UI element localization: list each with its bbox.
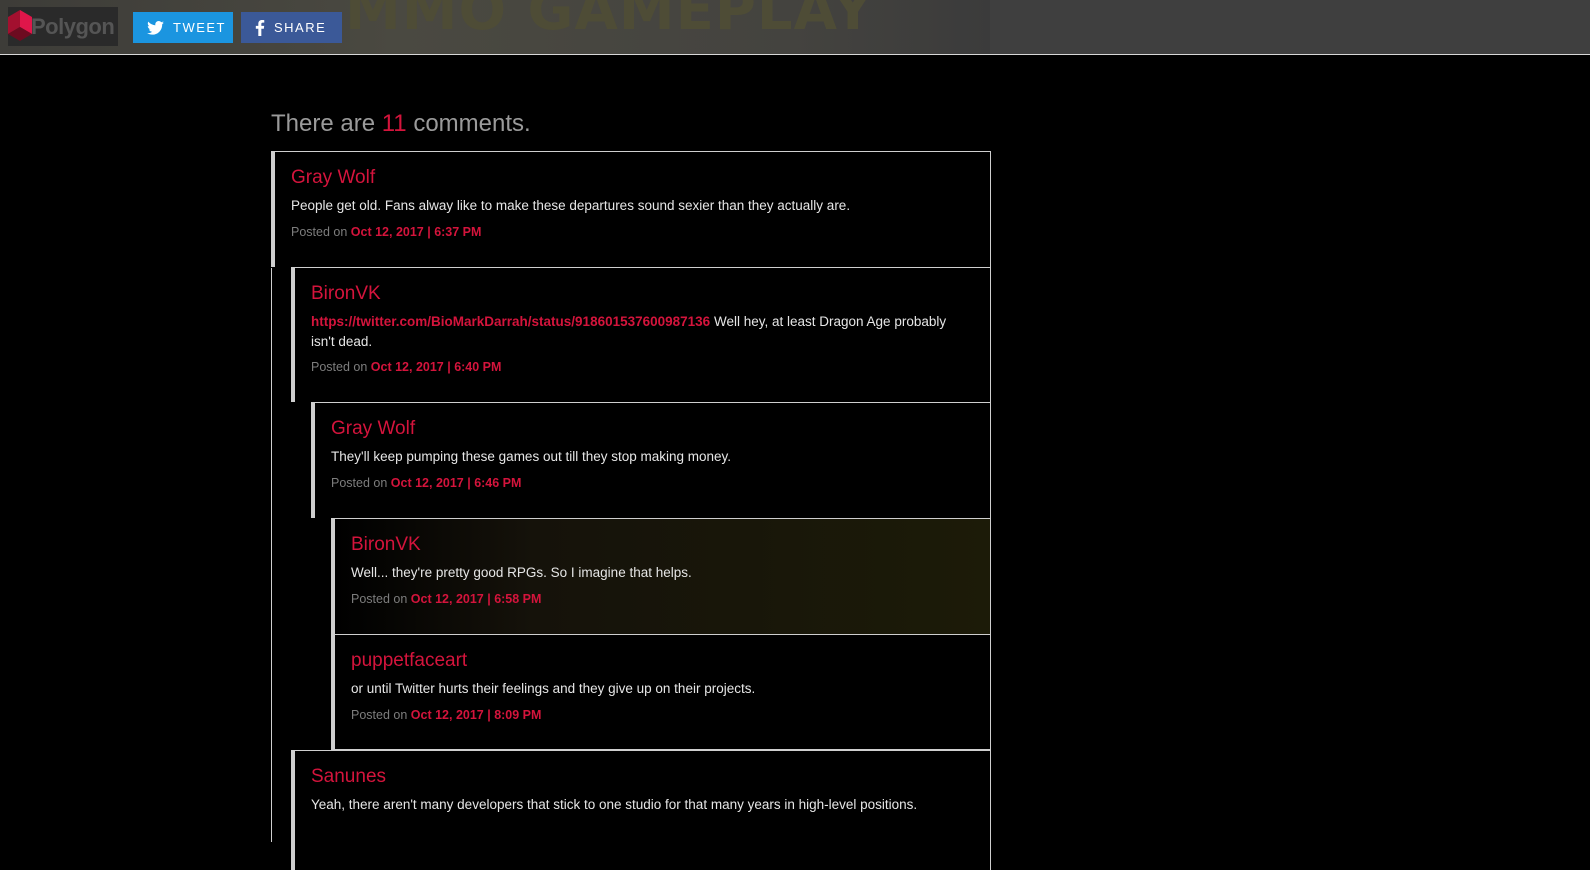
facebook-share-button[interactable]: SHARE (241, 12, 342, 43)
comment: Sanunes Yeah, there aren't many develope… (291, 750, 991, 870)
comment-link[interactable]: https://twitter.com/BioMarkDarrah/status… (311, 314, 710, 329)
tweet-label: TWEET (173, 20, 226, 35)
posted-label: Posted on (351, 707, 408, 722)
comment: BironVK https://twitter.com/BioMarkDarra… (291, 267, 991, 402)
comment-author[interactable]: Gray Wolf (291, 166, 972, 190)
comment-author[interactable]: puppetfaceart (351, 649, 972, 673)
polygon-logo-icon (8, 7, 34, 46)
posted-label: Posted on (351, 591, 408, 606)
comment: puppetfaceart or until Twitter hurts the… (331, 634, 991, 750)
posted-label: Posted on (331, 475, 388, 490)
comment-meta: Posted on Oct 12, 2017 | 6:58 PM (351, 592, 972, 624)
facebook-icon (255, 19, 265, 36)
comment-thread: Gray Wolf People get old. Fans alway lik… (271, 151, 991, 870)
twitter-icon (147, 20, 164, 35)
comment-text: Well... they're pretty good RPGs. So I i… (351, 565, 692, 580)
comments-heading-suffix: comments. (413, 110, 531, 137)
comment: Gray Wolf People get old. Fans alway lik… (271, 151, 991, 267)
comment-text: They'll keep pumping these games out til… (331, 449, 732, 464)
posted-label: Posted on (311, 360, 368, 374)
comment-author[interactable]: BironVK (311, 282, 972, 306)
comment-text: Yeah, there aren't many developers that … (311, 797, 918, 812)
comments-heading-prefix: There are (271, 110, 376, 137)
comment-author[interactable]: Sanunes (311, 765, 972, 789)
scrollbar[interactable] (1572, 55, 1590, 842)
comment-text: People get old. Fans alway like to make … (291, 198, 851, 213)
hero-title: MMO GAMEPLAY (345, 0, 875, 43)
comment-author[interactable]: BironVK (351, 533, 972, 557)
polygon-logo[interactable]: Polygon (8, 7, 118, 46)
comment-date-link[interactable]: Oct 12, 2017 | 6:37 PM (351, 225, 482, 239)
logo-text: Polygon (31, 13, 115, 39)
comments-count: 11 (381, 110, 407, 137)
comments-heading: There are 11 comments. (271, 110, 531, 138)
comment-highlighted: BironVK Well... they're pretty good RPGs… (331, 518, 991, 634)
comment-text: https://twitter.com/BioMarkDarrah/status… (311, 312, 972, 351)
comment-author[interactable]: Gray Wolf (331, 417, 972, 441)
share-label: SHARE (274, 20, 327, 35)
comment-meta: Posted on Oct 12, 2017 | 8:09 PM (351, 708, 972, 740)
top-bar: MMO GAMEPLAY Polygon TWEET SHARE (0, 0, 1590, 55)
comment: Gray Wolf They'll keep pumping these gam… (311, 402, 991, 518)
comment-meta: Posted on Oct 12, 2017 | 6:40 PM (311, 360, 972, 392)
top-bar-filler (990, 0, 1590, 54)
comment-date-link[interactable]: Oct 12, 2017 | 6:46 PM (391, 476, 522, 490)
tweet-button[interactable]: TWEET (133, 12, 233, 43)
comment-meta: Posted on Oct 12, 2017 | 6:37 PM (291, 225, 972, 257)
comment-text: or until Twitter hurts their feelings an… (351, 681, 756, 696)
comment-date-link[interactable]: Oct 12, 2017 | 6:40 PM (371, 360, 502, 374)
posted-label: Posted on (291, 224, 348, 239)
comment-date-link[interactable]: Oct 12, 2017 | 6:58 PM (411, 592, 542, 606)
comment-meta: Posted on Oct 12, 2017 | 6:46 PM (331, 476, 972, 508)
comment-date-link[interactable]: Oct 12, 2017 | 8:09 PM (411, 708, 542, 722)
